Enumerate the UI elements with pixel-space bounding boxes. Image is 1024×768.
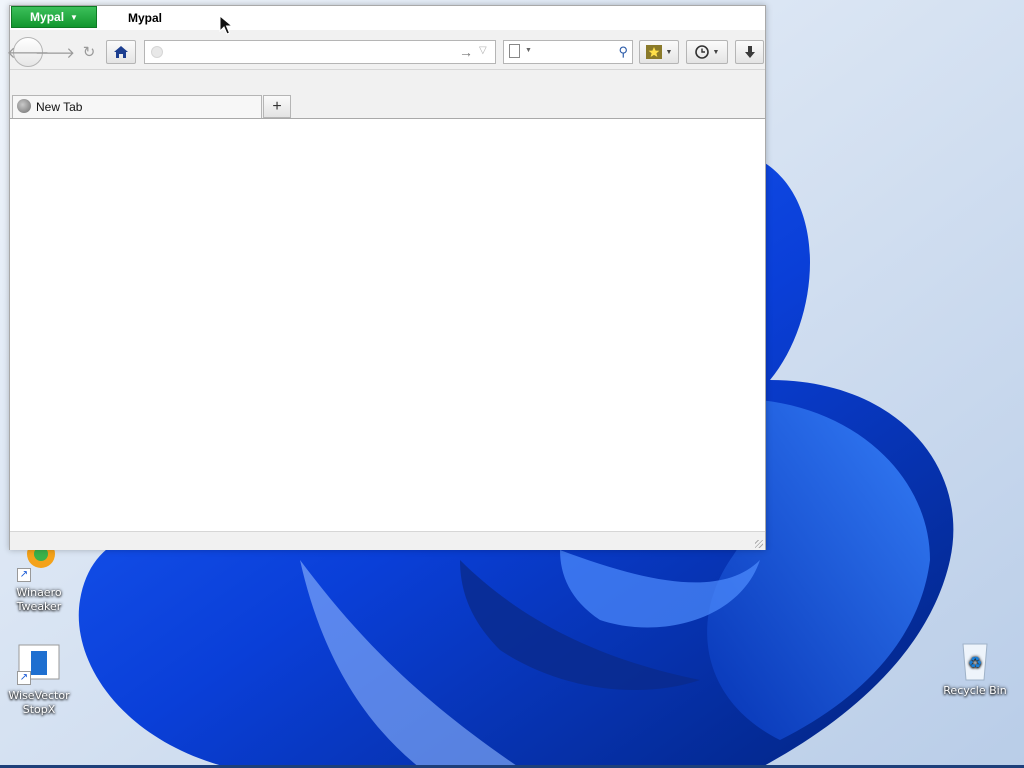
home-icon (114, 46, 128, 58)
chevron-down-icon: ▼ (525, 47, 532, 54)
plus-icon: + (272, 97, 282, 115)
downloads-button[interactable] (735, 40, 764, 64)
app-menu-button[interactable]: Mypal ▼ (11, 6, 97, 28)
search-engine-icon[interactable] (509, 44, 520, 58)
navigation-toolbar: 🡐 🡒 ↻ → ▽ ▼ ⚲ ▼ ▼ (7, 31, 765, 70)
site-identity-icon (151, 46, 163, 58)
forward-arrow-icon: 🡒 (34, 44, 76, 62)
globe-icon (17, 99, 31, 113)
shortcut-arrow-icon: ↗ (17, 568, 31, 582)
svg-text:♻: ♻ (968, 653, 982, 672)
search-input[interactable] (534, 43, 608, 63)
recycle-bin-icon: ♻ (951, 638, 999, 682)
chevron-down-icon: ▼ (70, 12, 78, 22)
mouse-cursor-icon (219, 15, 233, 35)
shortcut-arrow-icon: ↗ (17, 671, 31, 685)
url-input[interactable] (169, 43, 453, 63)
resize-grip-icon[interactable] (755, 540, 763, 548)
app-menu-label: Mypal (30, 10, 65, 24)
desktop-icon-label: Recycle Bin (943, 684, 1007, 697)
browser-window: Mypal ▼ Mypal 🡐 🡒 ↻ → ▽ ▼ ⚲ ▼ ▼ New Tab … (7, 5, 766, 550)
url-dropdown-icon[interactable]: ▽ (479, 45, 487, 56)
url-bar[interactable]: → ▽ (144, 40, 496, 64)
bookmarks-star-icon (645, 45, 662, 59)
desktop-icon-winaero-tweaker[interactable]: ↗ Winaero Tweaker (3, 540, 75, 614)
title-bar[interactable]: Mypal ▼ Mypal (10, 6, 765, 30)
home-button[interactable] (106, 40, 136, 64)
download-arrow-icon (744, 46, 755, 58)
tab-title: New Tab (36, 100, 83, 114)
wisevector-stopx-icon: ↗ (15, 643, 63, 687)
go-arrow-icon[interactable]: → (459, 44, 473, 60)
tab-strip: New Tab + (10, 70, 765, 119)
desktop-icon-recycle-bin[interactable]: ♻ Recycle Bin (939, 638, 1011, 698)
reload-button[interactable]: ↻ (76, 40, 102, 64)
history-clock-icon (694, 45, 709, 59)
desktop-icon-label: WiseVector StopX (8, 689, 70, 716)
bookmarks-button[interactable]: ▼ (639, 40, 679, 64)
reload-icon: ↻ (82, 44, 96, 61)
desktop-icon-wisevector-stopx[interactable]: ↗ WiseVector StopX (3, 643, 75, 717)
page-content[interactable] (10, 119, 765, 531)
tab-new-tab[interactable]: New Tab (12, 95, 262, 118)
new-tab-button[interactable]: + (263, 95, 291, 118)
history-button[interactable]: ▼ (686, 40, 728, 64)
search-bar[interactable]: ▼ ⚲ (503, 40, 633, 64)
chevron-down-icon: ▼ (665, 48, 673, 56)
window-title: Mypal (128, 11, 163, 25)
search-icon[interactable]: ⚲ (618, 44, 628, 60)
status-bar (10, 531, 765, 550)
desktop-icon-label: Winaero Tweaker (16, 586, 62, 613)
forward-button[interactable]: 🡒 (35, 40, 75, 64)
chevron-down-icon: ▼ (712, 48, 720, 56)
